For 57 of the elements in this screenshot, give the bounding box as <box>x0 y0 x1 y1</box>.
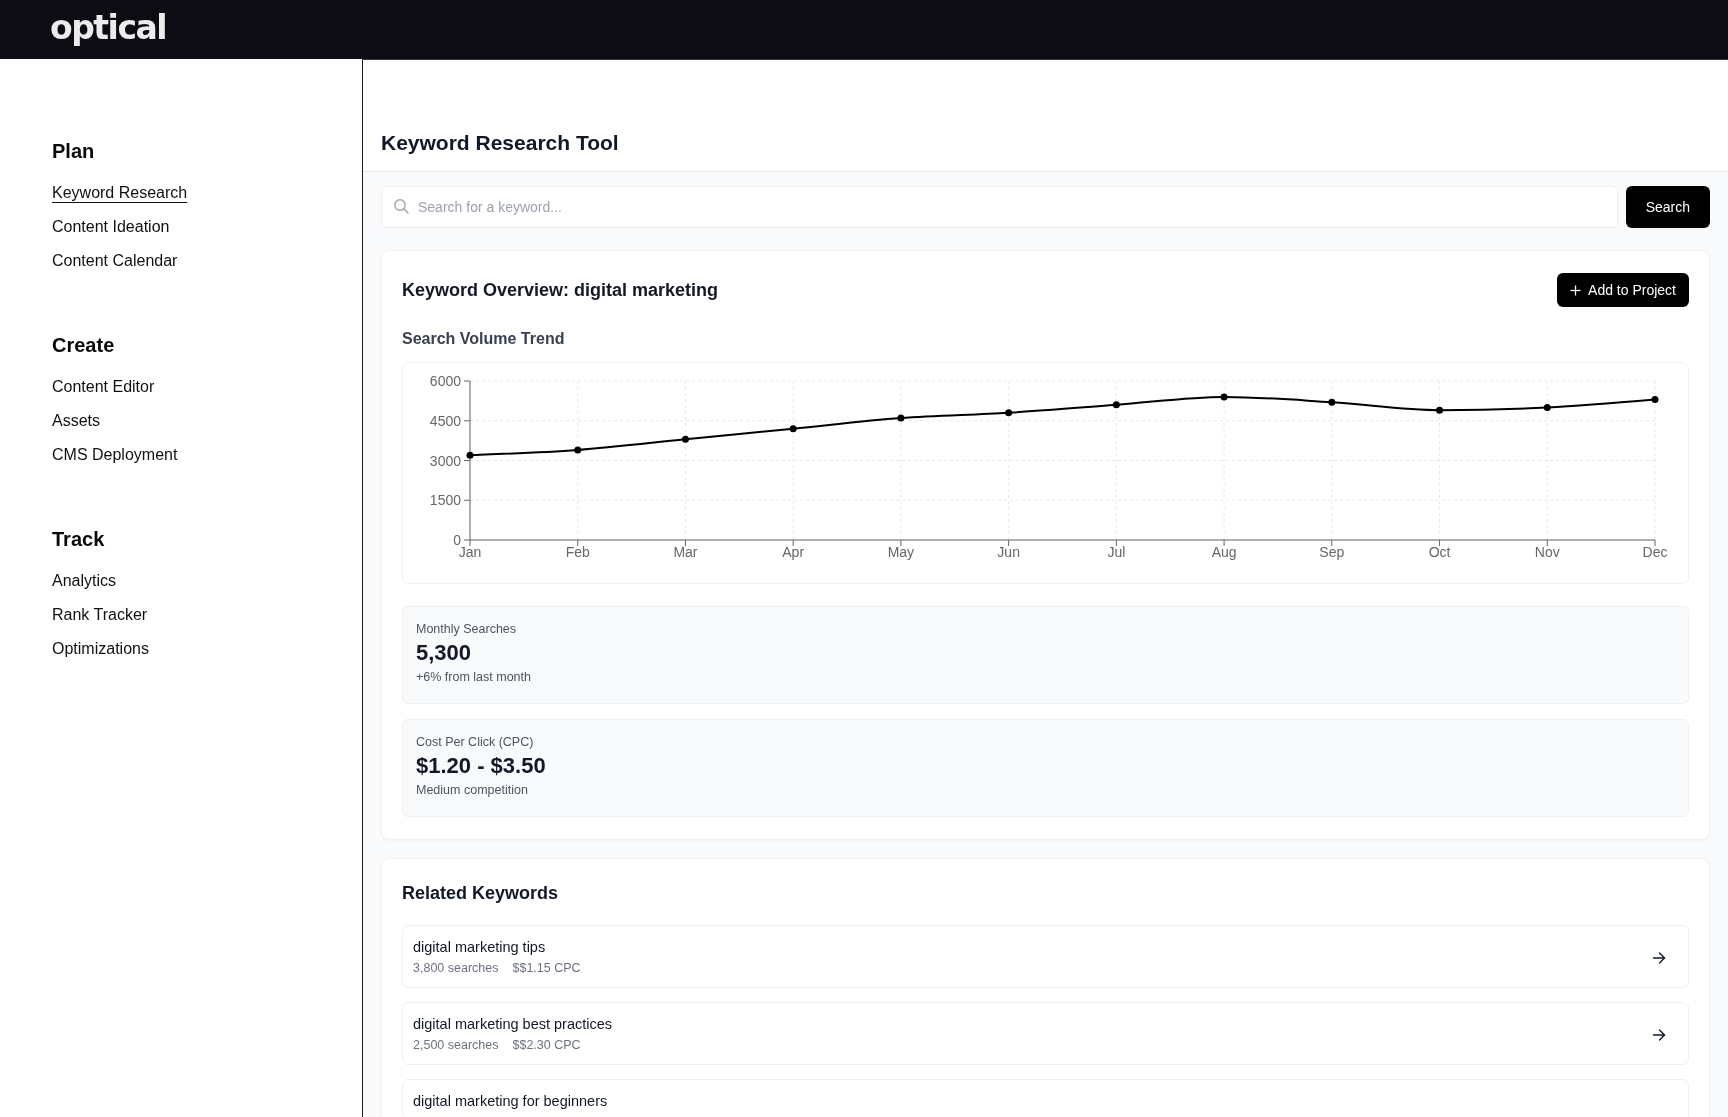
y-axis-label: 1500 <box>429 492 461 509</box>
chart-title: Search Volume Trend <box>402 329 566 349</box>
keyword-title: digital marketing for beginners <box>413 1092 608 1110</box>
x-axis-label: Oct <box>1428 544 1451 560</box>
sidebar-heading: Create <box>52 333 116 357</box>
search-icon <box>393 198 409 214</box>
x-axis-label: Nov <box>1534 544 1560 560</box>
x-axis-label: Jun <box>997 544 1020 560</box>
x-axis-label: Aug <box>1211 544 1237 560</box>
add-to-project-button[interactable]: Add to Project <box>1557 273 1689 307</box>
overview-title: Keyword Overview: digital marketing <box>402 279 719 302</box>
x-axis-label: Jul <box>1107 544 1126 560</box>
keyword-cpc: $$2.30 CPC <box>512 1037 581 1054</box>
related-keywords-title: Related Keywords <box>402 882 560 905</box>
sidebar-link[interactable]: Keyword Research <box>52 183 188 203</box>
stat-label: Monthly Searches <box>416 621 517 638</box>
stat-note: Medium competition <box>416 782 528 799</box>
x-axis-label: Dec <box>1642 544 1668 560</box>
sidebar-heading: Track <box>52 527 106 551</box>
search-field[interactable]: Search for a keyword... <box>381 186 1618 228</box>
sidebar-link[interactable]: Optimizations <box>52 639 149 659</box>
stat-label: Cost Per Click (CPC) <box>416 734 534 751</box>
keyword-searches: 2,500 searches <box>413 1037 499 1054</box>
x-axis-label: Feb <box>565 544 590 560</box>
y-axis-label: 4500 <box>429 412 461 429</box>
y-axis-label: 0 <box>453 532 461 548</box>
x-axis-label: Jan <box>458 544 482 560</box>
stat-value: 5,300 <box>416 639 472 667</box>
page-title: Keyword Research Tool <box>381 130 619 156</box>
x-axis-label: Sep <box>1319 544 1345 560</box>
sidebar-link[interactable]: Content Editor <box>52 377 155 397</box>
sidebar-link[interactable]: Content Ideation <box>52 217 170 237</box>
sidebar-link[interactable]: Rank Tracker <box>52 605 148 625</box>
keyword-searches: 3,800 searches <box>413 960 499 977</box>
plus-icon <box>1570 284 1582 296</box>
logo[interactable]: optical <box>50 9 167 46</box>
keyword-row[interactable]: digital marketing best practices 2,500 searches $$2.30 CPC <box>402 1002 1689 1065</box>
sidebar-link[interactable]: Assets <box>52 411 100 431</box>
sidebar-link[interactable]: CMS Deployment <box>52 445 178 465</box>
keyword-row[interactable]: digital marketing tips 3,800 searches $$1.15 CPC <box>402 925 1689 988</box>
arrow-right-icon <box>1652 950 1666 965</box>
x-axis-label: Mar <box>673 544 698 560</box>
x-axis-label: Apr <box>782 544 805 560</box>
stat-note: +6% from last month <box>416 669 531 686</box>
y-axis-label: 6000 <box>429 373 461 389</box>
search-button[interactable]: Search <box>1625 186 1710 228</box>
sidebar-link[interactable]: Content Calendar <box>52 251 178 271</box>
keyword-cpc: $$1.15 CPC <box>512 960 581 977</box>
x-axis-label: May <box>887 544 915 560</box>
keyword-title: digital marketing best practices <box>413 1015 613 1033</box>
keyword-title: digital marketing tips <box>413 938 546 956</box>
arrow-right-icon <box>1652 1027 1666 1042</box>
keyword-row[interactable]: digital marketing for beginners <box>402 1079 1689 1117</box>
stat-value: $1.20 - $3.50 <box>416 752 546 780</box>
sidebar-link[interactable]: Analytics <box>52 571 117 591</box>
y-axis-label: 3000 <box>429 452 461 469</box>
sidebar-heading: Plan <box>52 139 96 163</box>
